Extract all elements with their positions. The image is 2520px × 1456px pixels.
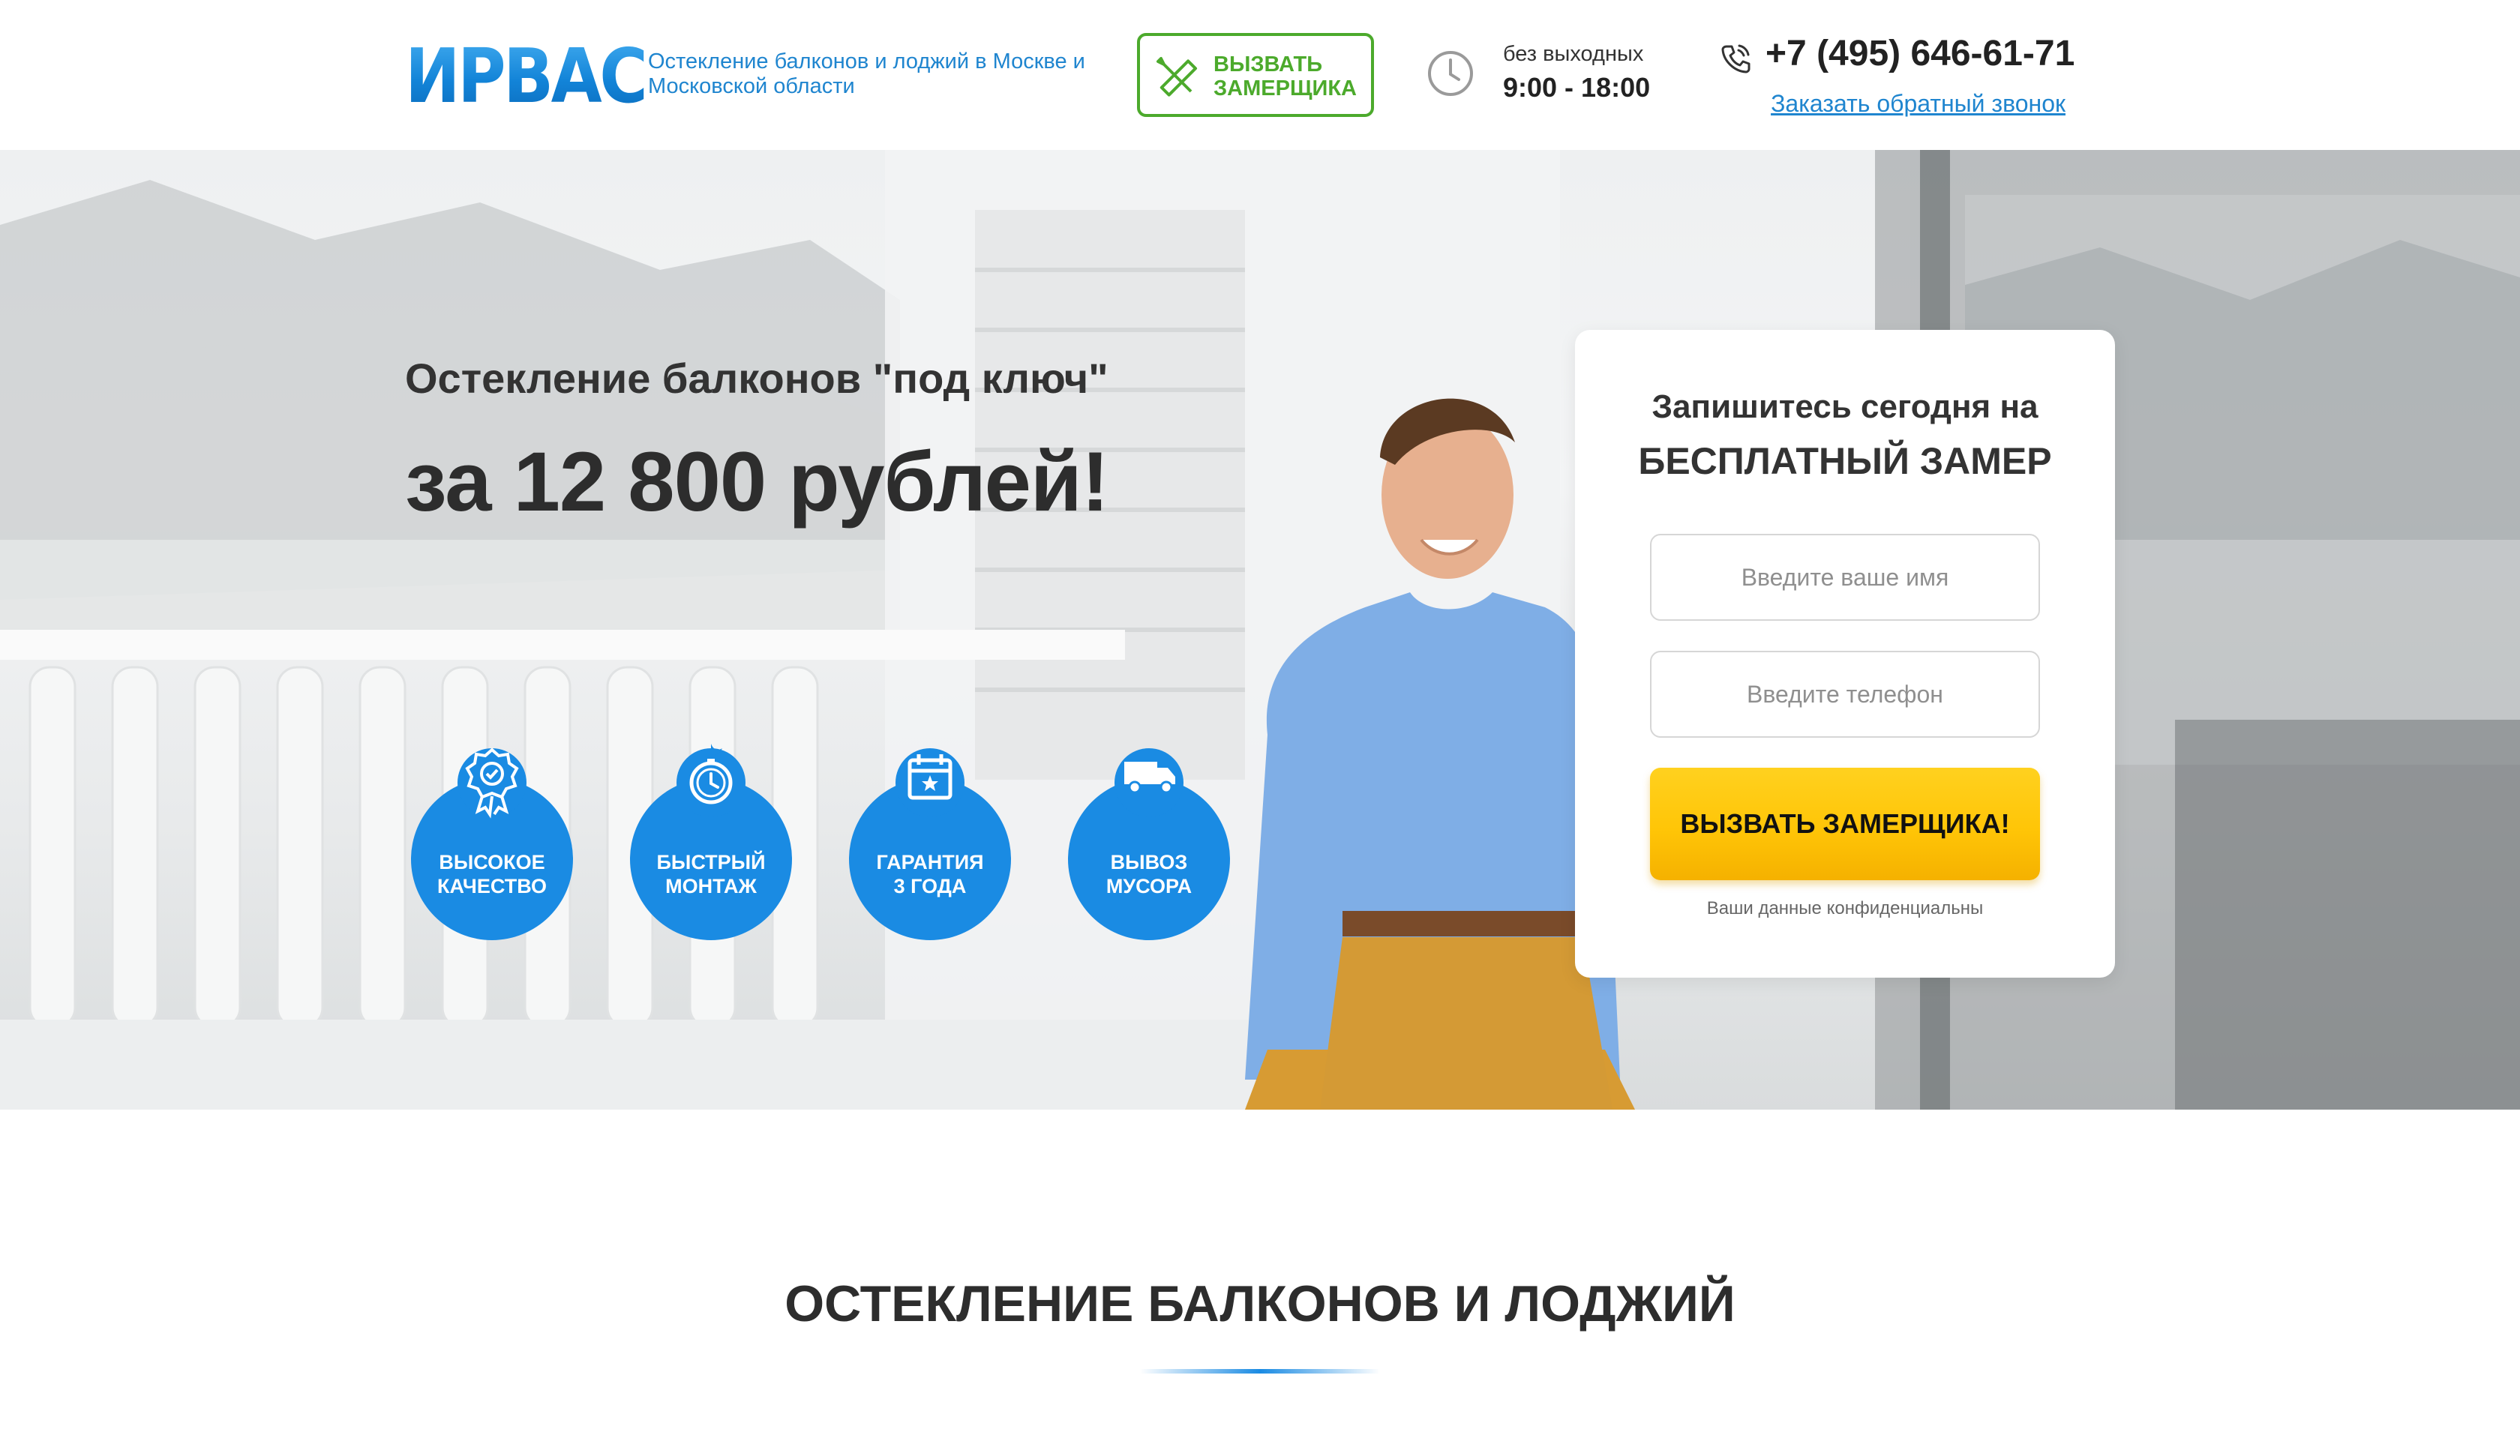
name-input[interactable] — [1650, 534, 2040, 621]
hero-price-headline: за 12 800 рублей! — [405, 435, 1109, 529]
hero-subtitle: Остекление балконов "под ключ" — [405, 355, 1108, 402]
hero-section: Остекление балконов "под ключ" за 12 800… — [0, 150, 2520, 1110]
phone-number[interactable]: +7 (495) 646-61-71 — [1766, 33, 2074, 74]
logo[interactable]: ИРВАС — [405, 39, 648, 114]
section-title: ОСТЕКЛЕНИЕ БАЛКОНОВ И ЛОДЖИЙ — [784, 1275, 1736, 1332]
callback-link[interactable]: Заказать обратный звонок — [1771, 90, 2066, 118]
feature-waste-removal: ВЫВОЗ МУСОРА — [1068, 748, 1230, 940]
tagline: Остекление балконов и лоджий в Москве и … — [648, 49, 1085, 98]
phone-icon — [1721, 44, 1750, 73]
phone-input[interactable] — [1650, 651, 2040, 738]
calendar-icon — [896, 748, 964, 817]
call-measurer-label: ВЫЗВАТЬ ЗАМЕРЩИКА — [1214, 52, 1357, 100]
award-badge-icon — [458, 747, 526, 819]
site-header: ИРВАС Остекление балконов и лоджий в Мос… — [0, 0, 2520, 150]
form-title-highlight: БЕСПЛАТНЫЙ ЗАМЕР — [1638, 440, 2052, 482]
feature-label: ВЫВОЗ МУСОРА — [1106, 851, 1192, 897]
feature-label: БЫСТРЫЙ МОНТАЖ — [656, 851, 766, 897]
submit-measure-request-button[interactable]: ВЫЗВАТЬ ЗАМЕРЩИКА! — [1650, 768, 2040, 880]
truck-icon — [1114, 748, 1184, 817]
free-measure-form: Запишитесь сегодня на БЕСПЛАТНЫЙ ЗАМЕР В… — [1575, 330, 2115, 978]
ruler-pencil-icon — [1156, 57, 1198, 97]
feature-fast-installation: БЫСТРЫЙ МОНТАЖ — [630, 744, 792, 940]
feature-label: ГАРАНТИЯ 3 ГОДА — [876, 851, 984, 897]
call-measurer-button[interactable]: ВЫЗВАТЬ ЗАМЕРЩИКА — [1137, 33, 1374, 117]
privacy-note: Ваши данные конфиденциальны — [1706, 898, 1984, 918]
stopwatch-icon — [676, 744, 746, 817]
hours-note: без выходных — [1503, 42, 1644, 66]
feature-high-quality: ВЫСОКОЕ КАЧЕСТВО — [411, 747, 573, 940]
section-divider — [1140, 1369, 1380, 1374]
working-hours: 9:00 - 18:00 — [1503, 72, 1651, 103]
form-title: Запишитесь сегодня на — [1652, 388, 2038, 425]
clock-icon — [1428, 51, 1473, 96]
hero-background-image — [0, 150, 2520, 1110]
feature-warranty: ГАРАНТИЯ 3 ГОДА — [849, 748, 1011, 940]
feature-label: ВЫСОКОЕ КАЧЕСТВО — [436, 851, 548, 897]
